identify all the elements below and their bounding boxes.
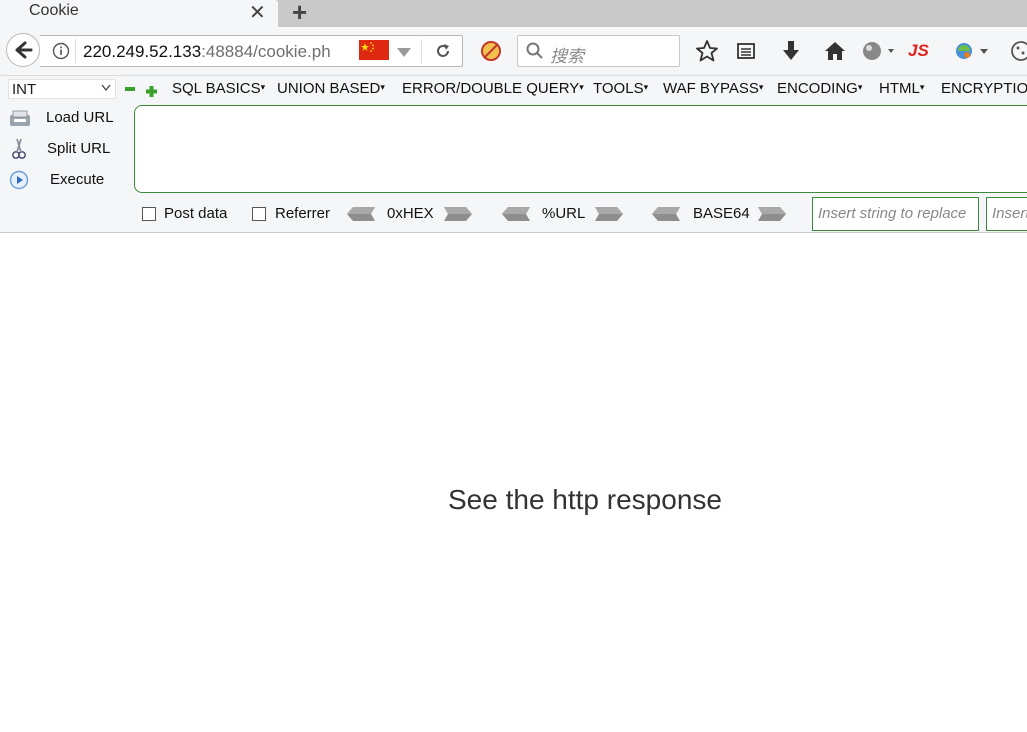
page-message: See the http response xyxy=(448,484,722,515)
post-data-checkbox[interactable] xyxy=(142,207,156,221)
menu-html[interactable]: HTML▾ xyxy=(879,80,924,97)
load-url-button[interactable]: Load URL xyxy=(46,109,114,126)
tab-title: Cookie xyxy=(29,2,79,19)
new-tab-icon[interactable]: + xyxy=(292,0,307,28)
globe-extension-icon[interactable] xyxy=(862,40,896,67)
reload-icon[interactable] xyxy=(434,42,452,65)
menu-union-based[interactable]: UNION BASED▾ xyxy=(277,80,385,97)
increase-icon[interactable] xyxy=(146,84,157,102)
divider xyxy=(75,39,76,63)
hex-decode-arrow-icon[interactable] xyxy=(347,207,375,221)
url-decode-arrow-icon[interactable] xyxy=(502,207,530,221)
menu-encoding[interactable]: ENCODING▾ xyxy=(777,80,862,97)
close-tab-icon[interactable]: ✕ xyxy=(249,0,266,25)
menu-encryption[interactable]: ENCRYPTION xyxy=(941,80,1027,97)
back-button[interactable] xyxy=(6,33,40,67)
noscript-icon[interactable] xyxy=(480,40,502,67)
url-text[interactable]: 220.249.52.133:48884/cookie.ph xyxy=(83,42,331,62)
post-data-label: Post data xyxy=(164,205,228,222)
divider xyxy=(421,39,422,63)
china-flag-icon xyxy=(359,40,389,65)
reading-list-icon[interactable] xyxy=(736,41,756,66)
menu-error-double-query[interactable]: ERROR/DOUBLE QUERY▾ xyxy=(402,80,584,97)
back-arrow-icon xyxy=(15,41,33,59)
search-placeholder: 搜索 xyxy=(550,47,584,66)
menu-waf-bypass[interactable]: WAF BYPASS▾ xyxy=(663,80,763,97)
base64-decode-arrow-icon[interactable] xyxy=(652,207,680,221)
js-toggle-icon[interactable]: JS xyxy=(908,41,929,61)
hackbar-url-textarea[interactable] xyxy=(134,105,1027,193)
bookmark-star-icon[interactable] xyxy=(696,40,718,67)
referrer-checkbox[interactable] xyxy=(252,207,266,221)
menu-sql-basics[interactable]: SQL BASICS▾ xyxy=(172,80,265,97)
replace-string-placeholder: Insert string to replace xyxy=(818,205,967,222)
execute-icon xyxy=(9,170,29,195)
hex-label: 0xHEX xyxy=(387,205,434,222)
url-encode-arrow-icon[interactable] xyxy=(595,207,623,221)
download-icon[interactable] xyxy=(781,40,801,67)
proxy-extension-icon[interactable] xyxy=(954,40,990,67)
chevron-down-icon xyxy=(101,84,111,92)
execute-button[interactable]: Execute xyxy=(50,171,104,188)
type-select[interactable]: INT xyxy=(8,79,116,99)
base64-label: BASE64 xyxy=(693,205,750,222)
load-url-icon xyxy=(9,109,31,132)
home-icon[interactable] xyxy=(824,40,846,67)
url-dropdown-icon[interactable] xyxy=(397,45,411,63)
search-icon xyxy=(526,42,544,65)
type-select-value: INT xyxy=(12,81,37,98)
split-url-icon xyxy=(11,138,27,165)
hex-encode-arrow-icon[interactable] xyxy=(444,207,472,221)
decrease-icon[interactable] xyxy=(125,87,135,91)
replace-with-placeholder: Insert xyxy=(992,205,1027,222)
url-encoding-label: %URL xyxy=(542,205,586,222)
split-url-button[interactable]: Split URL xyxy=(47,140,110,157)
site-info-icon[interactable] xyxy=(52,42,70,65)
cookie-extension-icon[interactable] xyxy=(1010,40,1027,67)
base64-encode-arrow-icon[interactable] xyxy=(758,207,786,221)
menu-tools[interactable]: TOOLS▾ xyxy=(593,80,648,97)
referrer-label: Referrer xyxy=(275,205,331,222)
